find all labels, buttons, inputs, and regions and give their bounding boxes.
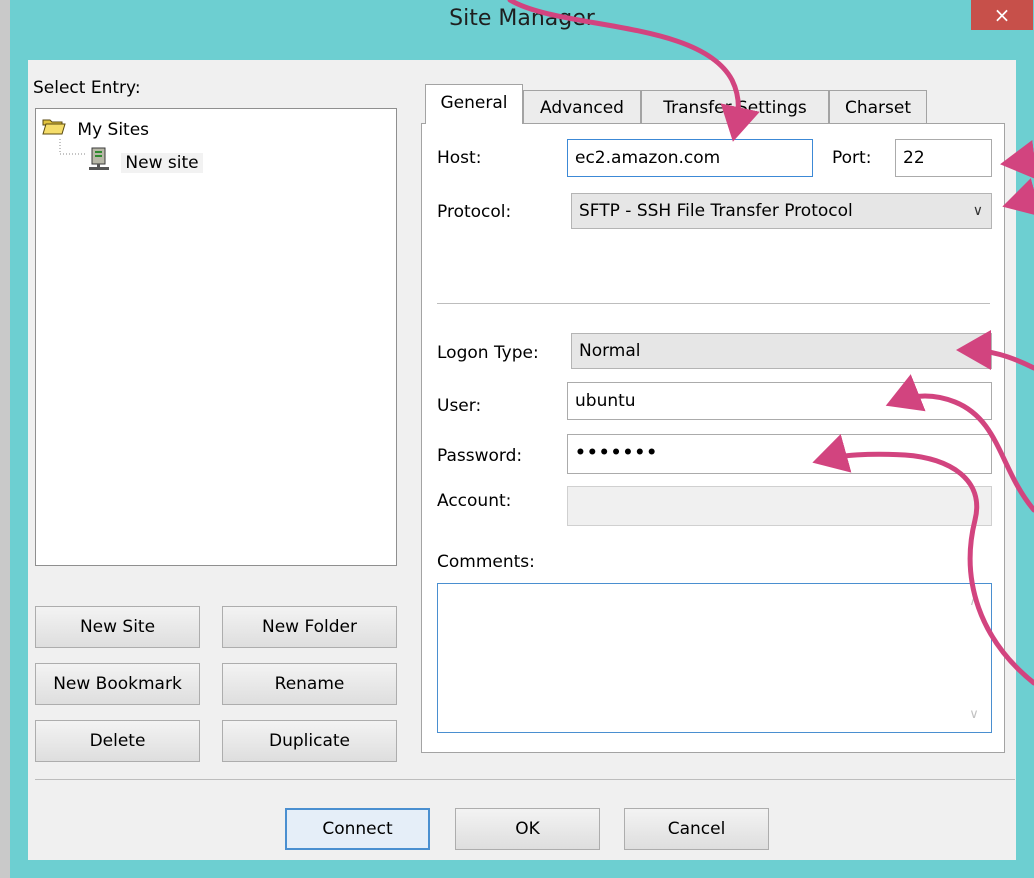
window-title: Site Manager [449,6,595,31]
comments-textarea[interactable]: ∧ ∨ [437,583,992,733]
password-label: Password: [437,446,523,466]
account-label: Account: [437,491,512,511]
scroll-down-icon[interactable]: ∨ [967,707,981,722]
password-input[interactable]: ••••••• [567,434,992,474]
scroll-up-icon[interactable]: ∧ [967,594,981,609]
site-tree[interactable]: My Sites New site [35,108,397,566]
tab-advanced[interactable]: Advanced [523,90,641,124]
cancel-button[interactable]: Cancel [624,808,769,850]
tree-connector-lines [59,139,86,155]
chevron-down-icon: ∨ [972,203,983,219]
close-button[interactable]: × [971,0,1033,30]
ok-button[interactable]: OK [455,808,600,850]
account-input [567,486,992,526]
comments-label: Comments: [437,552,535,572]
protocol-select[interactable]: SFTP - SSH File Transfer Protocol ∨ [571,193,992,229]
window-bottom-border [10,860,1034,878]
host-label: Host: [437,148,482,168]
user-input[interactable]: ubuntu [567,382,992,420]
tree-item-new-site[interactable]: New site [88,147,203,173]
host-input[interactable]: ec2.amazon.com [567,139,813,177]
new-site-button[interactable]: New Site [35,606,200,648]
duplicate-button[interactable]: Duplicate [222,720,397,762]
rename-button[interactable]: Rename [222,663,397,705]
chevron-down-icon: ∨ [972,343,983,359]
protocol-select-value: SFTP - SSH File Transfer Protocol [579,201,853,221]
select-entry-label: Select Entry: [33,78,141,98]
new-bookmark-button[interactable]: New Bookmark [35,663,200,705]
tree-item-label: My Sites [77,120,150,140]
port-label: Port: [832,148,872,168]
port-input[interactable]: 22 [895,139,992,177]
new-folder-button[interactable]: New Folder [222,606,397,648]
window-right-border [1016,60,1034,878]
user-label: User: [437,396,482,416]
tab-transfer-settings[interactable]: Transfer Settings [641,90,829,124]
footer-divider [35,779,1015,780]
window-left-border [10,60,28,878]
connect-button[interactable]: Connect [285,808,430,850]
protocol-label: Protocol: [437,202,512,222]
server-icon [88,147,110,179]
tree-item-label: New site [121,153,203,173]
logon-type-select[interactable]: Normal ∨ [571,333,992,369]
logon-type-select-value: Normal [579,341,641,361]
section-divider [437,303,990,304]
tab-general[interactable]: General [425,84,523,124]
close-icon: × [993,3,1011,27]
tab-charset[interactable]: Charset [829,90,927,124]
delete-button[interactable]: Delete [35,720,200,762]
logon-type-label: Logon Type: [437,343,539,363]
